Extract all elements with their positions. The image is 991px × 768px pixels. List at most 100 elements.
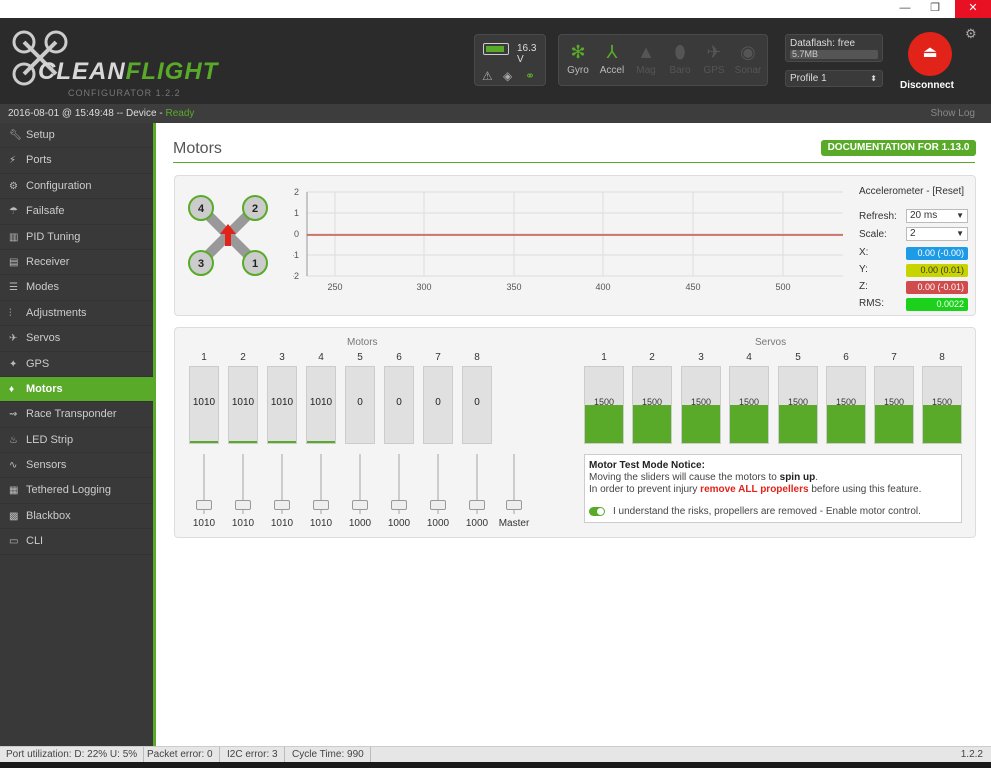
- y-tick: -1: [293, 250, 299, 260]
- servo-number: 3: [698, 352, 704, 363]
- motor-number: 6: [396, 352, 402, 363]
- sidebar-item-setup[interactable]: 🔧︎ Setup: [0, 123, 153, 149]
- motor-bar: 0: [423, 366, 453, 444]
- z-label: Z:: [859, 281, 868, 292]
- profile-select[interactable]: Profile 1 ⬍: [785, 70, 883, 87]
- status-ready: Ready: [165, 108, 195, 119]
- motor-slider-handle[interactable]: [274, 500, 290, 510]
- motor-slider-handle[interactable]: [196, 500, 212, 510]
- motor-bar: 1010: [306, 366, 336, 444]
- dataflash-label: Dataflash: free: [790, 38, 856, 49]
- sidebar-item-pid-tuning[interactable]: ▥ PID Tuning: [0, 225, 153, 250]
- sidebar-item-race-transponder[interactable]: ⇝ Race Transponder: [0, 402, 153, 428]
- sidebar-item-sensors[interactable]: ∿ Sensors: [0, 453, 153, 479]
- status-datetime: 2016-08-01 @ 15:49:48 -- Device -: [8, 108, 166, 119]
- packet-error: Packet error: 0: [141, 747, 220, 762]
- x-tick: 500: [775, 282, 790, 292]
- quad-motor-2-label: 2: [252, 203, 258, 215]
- sidebar-item-servos[interactable]: ✈︎ Servos: [0, 326, 153, 352]
- sidebar-item-failsafe[interactable]: ☂︎ Failsafe: [0, 199, 153, 225]
- servo-bar: 1500: [632, 366, 672, 444]
- motor-slider-value: 1010: [270, 518, 294, 529]
- servo-bar: 1500: [584, 366, 624, 444]
- motor-slider-handle[interactable]: [430, 500, 446, 510]
- sidebar-item-modes[interactable]: ☰ Modes: [0, 275, 153, 301]
- motor-slider-handle[interactable]: [235, 500, 251, 510]
- show-log-link[interactable]: Show Log: [931, 104, 975, 123]
- sidebar-item-motors[interactable]: ♦ Motors: [0, 376, 153, 403]
- motor-slider-handle[interactable]: [391, 500, 407, 510]
- minimize-button[interactable]: —: [891, 0, 919, 18]
- receiver-icon: ▤: [9, 256, 19, 268]
- motor-bar: 1010: [228, 366, 258, 444]
- motor-bar: 1010: [189, 366, 219, 444]
- motor-bar: 0: [384, 366, 414, 444]
- enable-motor-label[interactable]: I understand the risks, propellers are r…: [613, 506, 921, 518]
- quad-motor-4-label: 4: [198, 203, 205, 215]
- battery-icon: [483, 43, 509, 55]
- restore-button[interactable]: ❐: [921, 0, 949, 18]
- motor-slider-value: 1000: [387, 518, 411, 529]
- sonar-icon: ◉ Sonar: [734, 42, 762, 76]
- servo-bar: 1500: [874, 366, 914, 444]
- accelerometer-reset-link[interactable]: Accelerometer - [Reset]: [859, 186, 964, 197]
- notice-line-1: Moving the sliders will cause the motors…: [589, 472, 818, 483]
- sidebar-item-gps[interactable]: ✦ GPS: [0, 352, 153, 377]
- status-footer: Port utilization: D: 22% U: 5% Packet er…: [0, 746, 991, 762]
- close-button[interactable]: ✕: [955, 0, 991, 18]
- motor-slider-handle[interactable]: [313, 500, 329, 510]
- motor-slider-value: 1010: [192, 518, 216, 529]
- x-value: 0.00 (-0.00): [906, 247, 968, 260]
- x-tick: 250: [327, 282, 342, 292]
- servo-bar: 1500: [681, 366, 721, 444]
- motor-icon: ♦: [9, 383, 15, 395]
- x-label: X:: [859, 247, 869, 258]
- disconnect-button[interactable]: ⏏: [908, 32, 952, 76]
- motor-bar: 1010: [267, 366, 297, 444]
- motor-slider-handle[interactable]: [352, 500, 368, 510]
- plug-icon: ⚡︎: [9, 155, 17, 167]
- servo-number: 5: [795, 352, 801, 363]
- sidebar-item-receiver[interactable]: ▤ Receiver: [0, 250, 153, 276]
- cycle-time: Cycle Time: 990: [286, 747, 371, 762]
- motor-number: 8: [474, 352, 480, 363]
- x-tick: 450: [685, 282, 700, 292]
- modes-icon: ☰: [9, 282, 18, 294]
- pid-icon: ▥: [9, 231, 19, 243]
- mag-icon: ▲ Mag: [636, 42, 656, 76]
- failsafe-icon: ◈: [503, 69, 513, 83]
- sidebar-item-adjustments[interactable]: ⫶ Adjustments: [0, 301, 153, 327]
- servo-number: 6: [843, 352, 849, 363]
- y-value: 0.00 (0.01): [906, 264, 968, 277]
- sensor-graph-panel: 4 2 3 1 2 1 0 -1 -2 250 300 350 400 450 …: [174, 175, 976, 316]
- sensors-icon: ∿: [9, 460, 18, 472]
- motor-slider-handle[interactable]: [469, 500, 485, 510]
- x-tick: 300: [416, 282, 431, 292]
- master-slider-handle[interactable]: [506, 500, 522, 510]
- refresh-select[interactable]: 20 ms ▼: [906, 209, 968, 223]
- disconnect-label[interactable]: Disconnect: [900, 80, 954, 91]
- battery-voltage: 16.3 V: [517, 43, 537, 65]
- y-tick: 0: [294, 229, 299, 239]
- sidebar-item-led-strip[interactable]: ♨︎ LED Strip: [0, 428, 153, 454]
- blackbox-icon: ▩: [9, 510, 19, 522]
- y-tick: 2: [294, 187, 299, 197]
- documentation-button[interactable]: DOCUMENTATION FOR 1.13.0: [821, 140, 976, 156]
- logo: CLEANFLIGHT CONFIGURATOR 1.2.2: [10, 28, 230, 98]
- i2c-error: I2C error: 3: [221, 747, 285, 762]
- motors-section-title: Motors: [347, 337, 378, 348]
- sidebar-item-blackbox[interactable]: ▩ Blackbox: [0, 504, 153, 530]
- sidebar-item-cli[interactable]: ▭ CLI: [0, 529, 153, 555]
- taskbar-strip: [0, 762, 991, 768]
- quad-motor-3-label: 3: [198, 258, 204, 270]
- motor-slider-value: 1000: [348, 518, 372, 529]
- sidebar-item-ports[interactable]: ⚡︎ Ports: [0, 148, 153, 174]
- sidebar-item-configuration[interactable]: ⚙ Configuration: [0, 174, 153, 200]
- motor-bar: 0: [462, 366, 492, 444]
- settings-gear-icon[interactable]: ⚙: [965, 26, 977, 42]
- rms-label: RMS:: [859, 298, 884, 309]
- scale-select[interactable]: 2 ▼: [906, 227, 968, 241]
- motor-bar: 0: [345, 366, 375, 444]
- enable-motor-toggle[interactable]: [589, 507, 605, 516]
- sidebar-item-tethered-logging[interactable]: ▦ Tethered Logging: [0, 478, 153, 504]
